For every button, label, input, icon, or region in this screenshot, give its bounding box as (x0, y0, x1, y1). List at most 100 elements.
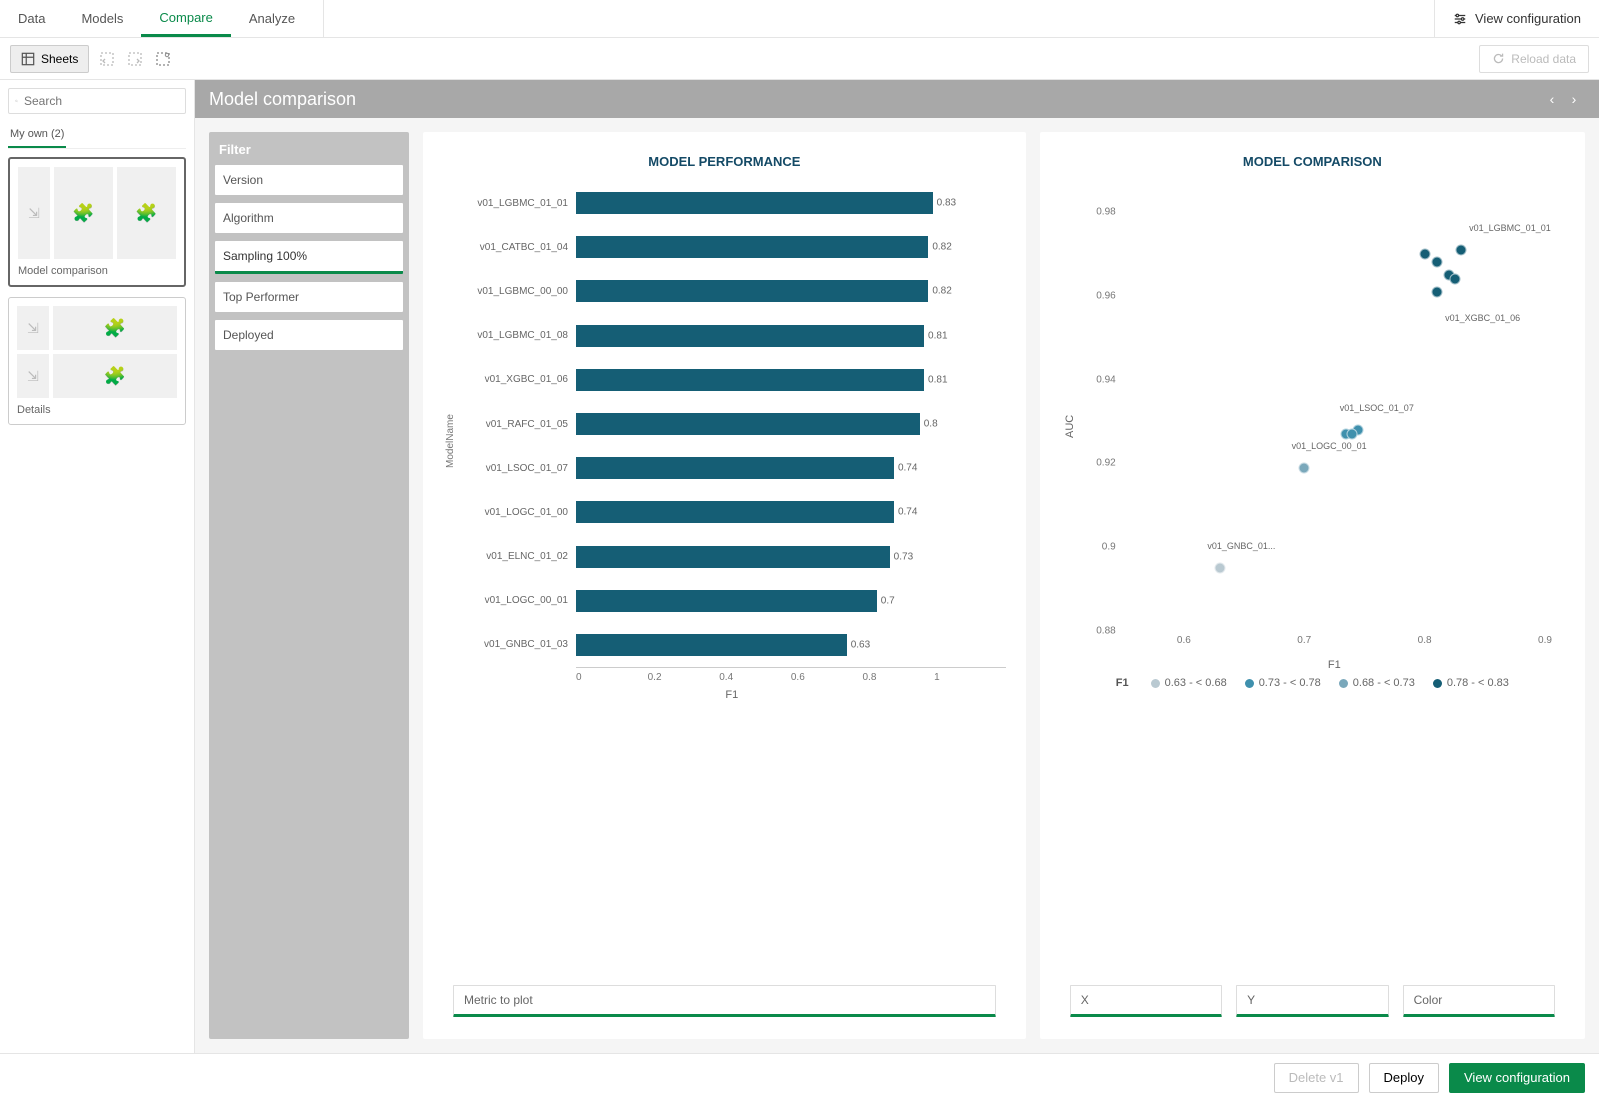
filter-item[interactable]: Top Performer (215, 282, 403, 312)
bar-category-label: v01_LOGC_01_00 (460, 507, 568, 518)
legend-title: F1 (1116, 677, 1129, 689)
sliders-icon (1453, 12, 1467, 26)
my-own-tab[interactable]: My own (2) (8, 122, 66, 148)
page-title: Model comparison (209, 89, 356, 110)
bar-value-label: 0.63 (851, 639, 870, 650)
search-icon (15, 95, 18, 107)
bar-category-label: v01_CATBC_01_04 (460, 242, 568, 253)
reload-data-button: Reload data (1479, 45, 1589, 73)
bar-category-label: v01_ELNC_01_02 (460, 551, 568, 562)
scatter-annotation: v01_GNBC_01... (1207, 541, 1275, 551)
bar-value-label: 0.74 (898, 507, 917, 518)
bar-row: v01_LOGC_00_010.7 (460, 579, 1006, 623)
x-tick: 0.8 (863, 672, 935, 683)
model-comparison-chart[interactable]: AUC 0.980.960.940.920.90.88 v01_LGBMC_01… (1060, 181, 1565, 671)
nav-tab-models[interactable]: Models (63, 0, 141, 37)
legend-swatch (1245, 679, 1254, 688)
legend-label: 0.78 - < 0.83 (1447, 677, 1509, 689)
bar-category-label: v01_LSOC_01_07 (460, 463, 568, 474)
view-configuration-link[interactable]: View configuration (1434, 0, 1599, 37)
clear-selection-icon[interactable] (153, 49, 173, 69)
sheet-card[interactable]: ⇲🧩🧩Model comparison (8, 157, 186, 287)
scatter-point (1431, 286, 1442, 297)
x-tick: 0.9 (1538, 635, 1552, 646)
sheets-icon (21, 52, 35, 66)
deploy-button[interactable]: Deploy (1369, 1063, 1439, 1093)
filter-panel: Filter Version Algorithm Sampling 100% Top … (209, 132, 409, 1039)
bar-value-label: 0.7 (881, 595, 895, 606)
sheets-button[interactable]: Sheets (10, 45, 89, 73)
model-performance-card: MODEL PERFORMANCE ModelName v01_LGBMC_01… (423, 132, 1026, 1039)
redo-selection-icon[interactable] (125, 49, 145, 69)
x-tick: 0 (576, 672, 648, 683)
x-tick: 0.7 (1297, 635, 1311, 646)
x-tick: 0.2 (648, 672, 720, 683)
view-configuration-button[interactable]: View configuration (1449, 1063, 1585, 1093)
bar-value-label: 0.81 (928, 330, 947, 341)
scatter-annotation: v01_LOGC_00_01 (1292, 441, 1367, 451)
delete-button: Delete v1 (1274, 1063, 1359, 1093)
legend-label: 0.68 - < 0.73 (1353, 677, 1415, 689)
bar-row: v01_RAFC_01_050.8 (460, 402, 1006, 446)
sheet-card[interactable]: ⇲⇲🧩🧩Details (8, 297, 186, 425)
bar-category-label: v01_GNBC_01_03 (460, 639, 568, 650)
expand-icon: ⇲ (27, 368, 39, 385)
filter-item[interactable]: Algorithm (215, 203, 403, 233)
bar-value-label: 0.81 (928, 374, 947, 385)
expand-icon: ⇲ (28, 205, 40, 222)
page-titlebar: Model comparison ‹ › (195, 80, 1599, 118)
bar-row: v01_LGBMC_01_08 0.81 (460, 314, 1006, 358)
nav-tab-data[interactable]: Data (0, 0, 63, 37)
y-tick: 0.92 (1096, 458, 1115, 469)
nav-tab-analyze[interactable]: Analyze (231, 0, 313, 37)
filter-item[interactable]: Sampling 100% (215, 241, 403, 274)
axis-selector-x[interactable]: X (1070, 985, 1222, 1017)
scatter-point (1419, 248, 1430, 259)
bar-row: v01_CATBC_01_04 0.82 (460, 225, 1006, 269)
x-tick: 0.8 (1418, 635, 1432, 646)
sheets-sidebar: My own (2) ⇲🧩🧩Model comparison⇲⇲🧩🧩Detail… (0, 80, 195, 1053)
sheets-label: Sheets (41, 52, 78, 66)
bar-row: v01_XGBC_01_060.81 (460, 358, 1006, 402)
legend-swatch (1339, 679, 1348, 688)
scatter-point (1431, 257, 1442, 268)
bar-value-label: 0.8 (924, 419, 938, 430)
model-performance-chart[interactable]: ModelName v01_LGBMC_01_010.83v01_CATBC_0… (443, 181, 1006, 701)
legend-label: 0.63 - < 0.68 (1165, 677, 1227, 689)
bar-category-label: v01_LGBMC_01_08 (460, 330, 568, 341)
scatter-point (1214, 563, 1225, 574)
filter-item[interactable]: Version (215, 165, 403, 195)
legend-item: 0.63 - < 0.68 (1151, 677, 1227, 689)
legend-swatch (1433, 679, 1442, 688)
bar-row: v01_LGBMC_01_010.83 (460, 181, 1006, 225)
scatter-ylabel: AUC (1060, 181, 1080, 671)
bar-row: v01_LGBMC_00_000.82 (460, 269, 1006, 313)
undo-selection-icon[interactable] (97, 49, 117, 69)
scatter-point (1347, 429, 1358, 440)
x-tick: 0.6 (791, 672, 863, 683)
scatter-point (1449, 274, 1460, 285)
y-tick: 0.9 (1102, 542, 1116, 553)
filter-header: Filter (209, 132, 409, 165)
filter-item[interactable]: Deployed (215, 320, 403, 350)
y-tick: 0.94 (1096, 374, 1115, 385)
next-sheet-button[interactable]: › (1563, 91, 1585, 107)
puzzle-icon: 🧩 (135, 203, 157, 224)
search-input[interactable] (24, 94, 179, 108)
bar-category-label: v01_LGBMC_00_00 (460, 286, 568, 297)
bar-value-label: 0.82 (932, 242, 951, 253)
prev-sheet-button[interactable]: ‹ (1541, 91, 1563, 107)
y-tick: 0.88 (1096, 626, 1115, 637)
bar-row: v01_LSOC_01_070.74 (460, 446, 1006, 490)
legend-item: 0.73 - < 0.78 (1245, 677, 1321, 689)
page-footer: Delete v1 Deploy View configuration (0, 1053, 1599, 1101)
search-input-wrap[interactable] (8, 88, 186, 114)
nav-tab-compare[interactable]: Compare (141, 0, 230, 37)
puzzle-icon: 🧩 (104, 366, 126, 387)
axis-selector-y[interactable]: Y (1236, 985, 1388, 1017)
axis-selector-color[interactable]: Color (1403, 985, 1555, 1017)
view-configuration-label: View configuration (1475, 11, 1581, 26)
metric-to-plot-button[interactable]: Metric to plot (453, 985, 996, 1017)
scatter-point (1299, 462, 1310, 473)
bar-row: v01_LOGC_01_00 0.74 (460, 490, 1006, 534)
